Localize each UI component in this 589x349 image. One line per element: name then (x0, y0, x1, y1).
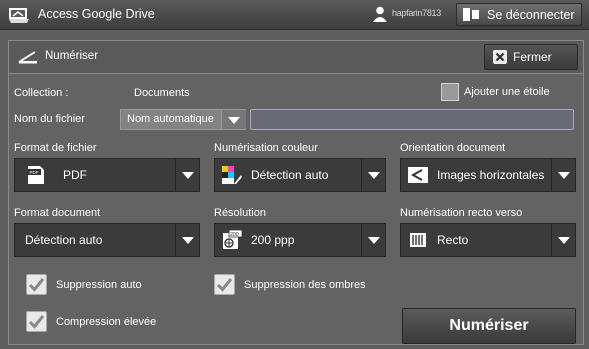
chevron-down-icon[interactable] (551, 159, 575, 191)
filename-mode-value: Nom automatique (127, 113, 214, 125)
resolution-label: Résolution (214, 207, 266, 219)
chevron-down-icon[interactable] (221, 110, 246, 129)
duplex-label: Numérisation recto verso (400, 207, 523, 219)
orientation-label: Orientation document (400, 142, 506, 154)
logout-button[interactable]: Se déconnecter (456, 3, 582, 26)
high-compression-label: Compression élevée (56, 316, 157, 328)
svg-text:PDF: PDF (30, 170, 39, 175)
add-star-label: Ajouter une étoile (464, 86, 550, 98)
panel-title: Numériser (45, 50, 99, 62)
add-star-checkbox[interactable] (441, 83, 459, 101)
duplex-value: Recto (437, 233, 469, 247)
orientation-dropdown[interactable]: Images horizontales (400, 158, 576, 192)
resolution-dropdown[interactable]: 200 200 ppp (214, 223, 386, 257)
logout-label: Se déconnecter (487, 8, 575, 22)
scan-button-label: Numériser (449, 317, 529, 334)
checkmark-icon (28, 315, 45, 329)
filename-label: Nom du fichier (14, 113, 85, 125)
auto-suppress-checkbox[interactable] (26, 274, 47, 295)
doc-format-dropdown[interactable]: Détection auto (14, 223, 200, 257)
app-title: Access Google Drive (38, 7, 155, 21)
chevron-down-icon[interactable] (175, 159, 199, 191)
pdf-file-icon: PDF (28, 166, 44, 184)
user-name: hapfarin7813 (392, 8, 441, 18)
checkmark-icon (28, 278, 45, 292)
filename-input[interactable] (250, 109, 574, 130)
landscape-orientation-icon (408, 167, 428, 183)
color-scan-value: Détection auto (251, 168, 329, 182)
chevron-down-icon[interactable] (551, 224, 575, 256)
collection-value: Documents (134, 87, 190, 99)
chevron-down-icon[interactable] (361, 159, 385, 191)
user-icon (373, 6, 387, 22)
shadow-suppress-label: Suppression des ombres (244, 279, 366, 291)
collection-label: Collection : (14, 87, 69, 99)
color-scan-label: Numérisation couleur (214, 142, 318, 154)
svg-text:200: 200 (230, 232, 239, 238)
chevron-down-icon[interactable] (361, 224, 385, 256)
panel-header: Numériser Fermer (9, 41, 583, 74)
close-label: Fermer (513, 50, 552, 64)
checkmark-icon (216, 278, 233, 292)
duplex-dropdown[interactable]: Recto (400, 223, 576, 257)
doc-format-value: Détection auto (25, 233, 103, 247)
file-format-dropdown[interactable]: PDF PDF (14, 158, 200, 192)
close-button[interactable]: Fermer (484, 44, 578, 70)
orientation-value: Images horizontales (437, 168, 545, 182)
chevron-down-icon[interactable] (175, 224, 199, 256)
file-format-value: PDF (63, 168, 87, 182)
file-format-label: Format de fichier (14, 142, 97, 154)
scanner-icon (18, 51, 37, 64)
color-detect-icon (222, 166, 242, 184)
drive-tray-icon (9, 8, 29, 23)
top-bar: Access Google Drive hapfarin7813 Se déco… (0, 0, 589, 30)
resolution-200-icon: 200 (223, 230, 243, 249)
shadow-suppress-checkbox[interactable] (214, 274, 235, 295)
scan-button[interactable]: Numériser (402, 308, 576, 344)
doc-format-label: Format document (14, 207, 101, 219)
auto-suppress-label: Suppression auto (56, 279, 142, 291)
color-scan-dropdown[interactable]: Détection auto (214, 158, 386, 192)
one-sided-icon (410, 233, 426, 247)
filename-mode-select[interactable]: Nom automatique (120, 109, 246, 130)
high-compression-checkbox[interactable] (26, 311, 47, 332)
close-icon (493, 50, 507, 64)
logout-icon (463, 8, 479, 21)
resolution-value: 200 ppp (251, 233, 295, 247)
